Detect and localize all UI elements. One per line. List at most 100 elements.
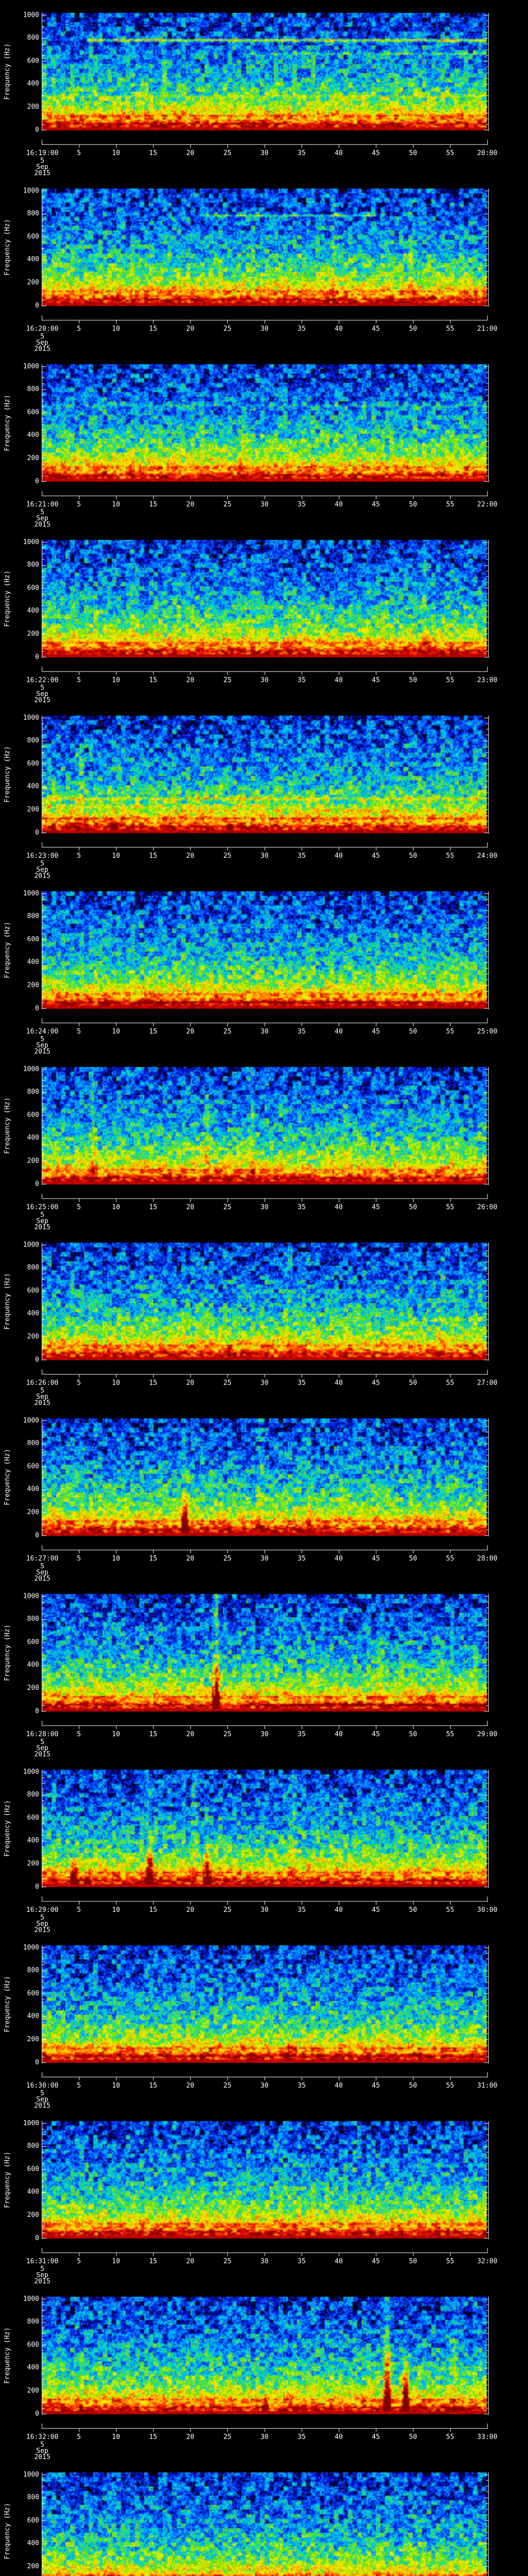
- time-tick-label: 30: [260, 2258, 269, 2265]
- date-label: 2015: [34, 1048, 51, 1056]
- spectrogram-figure: 1000 800 600 400 200 0 Frequency (Hz) 16:19:00 5…: [0, 0, 528, 2576]
- freq-tick-label: 200: [27, 279, 39, 286]
- time-tick-label: 25: [223, 852, 232, 860]
- time-tick-label: 20: [186, 325, 194, 333]
- freq-tick-label: 400: [27, 2188, 39, 2196]
- time-tick-label: 25: [223, 325, 232, 333]
- time-tick-label: 20: [186, 1555, 194, 1563]
- freq-tick-label: 0: [35, 1532, 39, 1539]
- freq-tick-label: 400: [27, 1310, 39, 1317]
- panel-end-time-label: 33:00: [477, 2433, 498, 2441]
- freq-tick-label: 800: [27, 1967, 39, 1974]
- freq-tick-label: 1000: [23, 363, 39, 370]
- time-tick-label: 45: [372, 1379, 380, 1387]
- spectrogram-panel: 1000 800 600 400 200 0 Frequency (Hz) 16:25:00 5…: [0, 1056, 528, 1231]
- freq-tick-label: 800: [27, 1088, 39, 1096]
- time-tick-label: 35: [298, 1731, 306, 1738]
- frequency-axis-title: Frequency (Hz): [4, 1449, 11, 1505]
- time-tick-label: 25: [223, 1028, 232, 1036]
- time-tick-label: 5: [77, 325, 81, 333]
- time-tick-label: 30: [260, 501, 269, 509]
- time-tick-label: 55: [446, 1028, 454, 1036]
- time-tick-label: 55: [446, 1379, 454, 1387]
- time-tick-label: 55: [446, 2433, 454, 2441]
- time-tick-label: 20: [186, 149, 194, 157]
- time-tick-label: 35: [298, 2433, 306, 2441]
- time-tick-label: 15: [149, 852, 157, 860]
- frequency-axis-title: Frequency (Hz): [4, 2151, 11, 2208]
- time-tick-label: 55: [446, 2258, 454, 2265]
- time-tick-label: 35: [298, 1906, 306, 1914]
- time-tick-label: 20: [186, 2433, 194, 2441]
- time-tick-label: 35: [298, 501, 306, 509]
- time-tick-label: 10: [112, 1028, 120, 1036]
- freq-tick-label: 200: [27, 806, 39, 814]
- time-tick-label: 40: [335, 325, 343, 333]
- freq-tick-label: 1000: [23, 538, 39, 546]
- freq-tick-label: 600: [27, 233, 39, 241]
- time-tick-label: 20: [186, 676, 194, 684]
- time-tick-label: 15: [149, 1731, 157, 1738]
- freq-tick-label: 400: [27, 431, 39, 439]
- freq-tick-label: 1000: [23, 1944, 39, 1952]
- freq-tick-label: 800: [27, 737, 39, 744]
- time-tick-label: 25: [223, 2082, 232, 2090]
- time-tick-label: 5: [77, 1906, 81, 1914]
- time-tick-label: 40: [335, 149, 343, 157]
- panel-end-time-label: 24:00: [477, 852, 498, 860]
- time-tick-label: 20: [186, 1731, 194, 1738]
- time-tick-label: 50: [409, 325, 417, 333]
- freq-tick-label: 0: [35, 126, 39, 134]
- panel-end-time-label: 28:00: [477, 1555, 498, 1563]
- time-tick-label: 45: [372, 325, 380, 333]
- time-tick-label: 15: [149, 149, 157, 157]
- time-tick-label: 50: [409, 676, 417, 684]
- time-tick-label: 35: [298, 1028, 306, 1036]
- time-tick-label: 50: [409, 1204, 417, 1211]
- freq-tick-label: 0: [35, 2234, 39, 2242]
- freq-tick-label: 800: [27, 1615, 39, 1623]
- date-label: 2015: [34, 2278, 51, 2285]
- freq-tick-label: 1000: [23, 1241, 39, 1249]
- frequency-axis-title: Frequency (Hz): [4, 1273, 11, 1330]
- time-tick-label: 20: [186, 1906, 194, 1914]
- panel-end-time-label: 21:00: [477, 325, 498, 333]
- freq-tick-label: 200: [27, 454, 39, 462]
- time-tick-label: 5: [77, 1731, 81, 1738]
- freq-tick-label: 600: [27, 1990, 39, 1997]
- time-tick-label: 10: [112, 852, 120, 860]
- freq-tick-label: 200: [27, 1509, 39, 1516]
- freq-tick-label: 200: [27, 1333, 39, 1341]
- time-tick-label: 35: [298, 149, 306, 157]
- time-tick-label: 10: [112, 1379, 120, 1387]
- time-tick-label: 35: [298, 1379, 306, 1387]
- freq-tick-label: 600: [27, 936, 39, 943]
- frequency-axis-title: Frequency (Hz): [4, 1976, 11, 2032]
- time-tick-label: 25: [223, 2258, 232, 2265]
- time-tick-label: 5: [77, 852, 81, 860]
- time-tick-label: 55: [446, 325, 454, 333]
- frequency-axis-title: Frequency (Hz): [4, 2503, 11, 2560]
- spectrogram-panel: 1000 800 600 400 200 0 Frequency (Hz) 16:26:00 5…: [0, 1231, 528, 1407]
- time-tick-label: 35: [298, 1555, 306, 1563]
- time-tick-label: 45: [372, 2258, 380, 2265]
- freq-tick-label: 1000: [23, 187, 39, 195]
- freq-tick-label: 800: [27, 561, 39, 569]
- time-tick-label: 30: [260, 1555, 269, 1563]
- time-tick-label: 40: [335, 2082, 343, 2090]
- frequency-axis-title: Frequency (Hz): [4, 395, 11, 451]
- panel-end-time-label: 22:00: [477, 501, 498, 509]
- panel-end-time-label: 26:00: [477, 1204, 498, 1211]
- time-tick-label: 10: [112, 1204, 120, 1211]
- freq-tick-label: 600: [27, 57, 39, 65]
- time-tick-label: 45: [372, 1555, 380, 1563]
- time-tick-label: 30: [260, 1906, 269, 1914]
- spectrogram-panel: 1000 800 600 400 200 0 Frequency (Hz) 16:19:00 5…: [0, 2, 528, 177]
- spectrogram-panel: 1000 800 600 400 200 0 Frequency (Hz) 16:27:00 5…: [0, 1407, 528, 1583]
- time-tick-label: 35: [298, 2082, 306, 2090]
- time-tick-label: 30: [260, 1204, 269, 1211]
- freq-tick-label: 400: [27, 1485, 39, 1493]
- freq-tick-label: 0: [35, 1356, 39, 1364]
- time-tick-label: 10: [112, 2082, 120, 2090]
- time-tick-label: 15: [149, 2433, 157, 2441]
